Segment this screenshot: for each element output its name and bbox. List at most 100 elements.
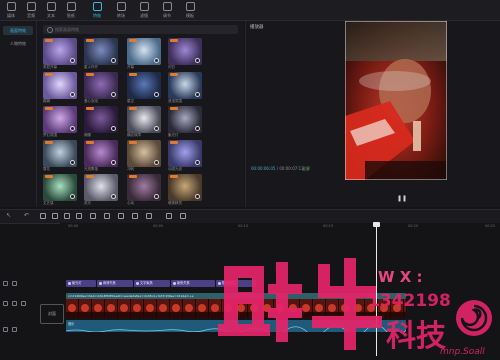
effect-thumbnail[interactable]: [127, 38, 161, 65]
pause-icon[interactable]: ❚❚: [397, 195, 407, 202]
download-icon[interactable]: [111, 194, 116, 199]
effect-thumbnail[interactable]: [168, 72, 202, 99]
effect-thumbnail[interactable]: [127, 174, 161, 201]
sidebar-item-people-effects[interactable]: 人物特效: [3, 39, 33, 48]
download-icon[interactable]: [154, 194, 159, 199]
mute-icon[interactable]: [21, 301, 26, 306]
effect-thumbnail[interactable]: [84, 140, 118, 167]
effect-clip[interactable]: 雨滴失焦: [97, 280, 133, 287]
watermark-swirl-icon: [456, 300, 492, 336]
effect-thumbnail-label: 星空: [127, 99, 134, 103]
download-icon[interactable]: [70, 126, 75, 131]
freeze-icon[interactable]: [90, 213, 96, 219]
download-icon[interactable]: [195, 58, 200, 63]
effect-clip-icon: [136, 282, 139, 285]
tab-adjust[interactable]: 调节: [158, 2, 176, 19]
new-badge: [86, 107, 94, 110]
delete-icon[interactable]: [76, 213, 82, 219]
download-icon[interactable]: [111, 126, 116, 131]
preview-frame-image: [345, 21, 447, 180]
effect-thumbnail[interactable]: [127, 140, 161, 167]
watermark-suffix: mnp.Soall: [440, 347, 485, 356]
cursor-icon[interactable]: ↖: [6, 212, 12, 219]
search-icon: [47, 27, 53, 33]
download-icon[interactable]: [111, 58, 116, 63]
lock-icon[interactable]: [3, 301, 8, 306]
download-icon[interactable]: [70, 92, 75, 97]
effect-thumbnail[interactable]: [127, 106, 161, 133]
rotate-icon[interactable]: [132, 213, 138, 219]
download-icon[interactable]: [195, 92, 200, 97]
split-left-icon[interactable]: [52, 213, 58, 219]
adjust-icon: [162, 2, 172, 11]
effect-thumbnail[interactable]: [168, 140, 202, 167]
mirror-icon[interactable]: [118, 213, 124, 219]
effect-thumbnail-label: 蝴蝶: [84, 133, 91, 137]
crop-icon[interactable]: [146, 213, 152, 219]
search-input[interactable]: 搜索画面特效: [43, 25, 238, 34]
video-preview[interactable]: [345, 21, 447, 180]
template-icon: [185, 2, 195, 11]
sidebar-item-screen-effects[interactable]: 画面特效: [3, 26, 33, 35]
watermark-number: 1342198: [368, 291, 451, 311]
download-icon[interactable]: [195, 160, 200, 165]
timeline-ruler[interactable]: 00:00 00:05 00:10 00:15 00:20 00:25: [60, 223, 500, 232]
effect-thumbnail[interactable]: [43, 140, 77, 167]
effect-thumbnail[interactable]: [43, 72, 77, 99]
download-icon[interactable]: [154, 160, 159, 165]
tab-filter[interactable]: 滤镜: [135, 2, 153, 19]
effect-thumbnail[interactable]: [168, 38, 202, 65]
split-right-icon[interactable]: [64, 213, 70, 219]
mute-icon[interactable]: [12, 327, 17, 332]
lock-icon[interactable]: [3, 281, 8, 286]
fit-icon[interactable]: [166, 213, 172, 219]
edit-toolbar: ↖ ↶: [0, 209, 500, 224]
eye-icon[interactable]: [12, 281, 17, 286]
fullscreen-button[interactable]: 全屏: [302, 166, 310, 172]
download-icon[interactable]: [195, 194, 200, 199]
download-icon[interactable]: [195, 126, 200, 131]
undo-icon[interactable]: ↶: [24, 212, 30, 219]
effect-thumbnail-label: 光斑飘落: [84, 167, 98, 171]
effect-thumbnail[interactable]: [168, 106, 202, 133]
download-icon[interactable]: [154, 126, 159, 131]
effect-clip[interactable]: 文字聚焦: [134, 280, 170, 287]
watermark-brand-text: 科技: [386, 319, 446, 354]
effect-thumbnail[interactable]: [168, 174, 202, 201]
tab-text[interactable]: 文本: [42, 2, 60, 19]
tab-template[interactable]: 模板: [181, 2, 199, 19]
effect-thumbnail[interactable]: [43, 38, 77, 65]
effect-thumbnail[interactable]: [84, 106, 118, 133]
tab-media[interactable]: 媒体: [2, 2, 20, 19]
effect-clip[interactable]: 聚焦失焦: [171, 280, 215, 287]
tab-transition[interactable]: 转场: [112, 2, 130, 19]
reverse-icon[interactable]: [104, 213, 110, 219]
download-icon[interactable]: [70, 194, 75, 199]
cover-button[interactable]: 封面: [40, 304, 64, 324]
effect-thumbnail-label: 开幕: [127, 65, 134, 69]
tab-sticker[interactable]: 贴纸: [62, 2, 80, 19]
download-icon[interactable]: [154, 92, 159, 97]
lock-icon[interactable]: [3, 327, 8, 332]
download-icon[interactable]: [70, 58, 75, 63]
effect-thumbnail[interactable]: [84, 72, 118, 99]
playhead-handle[interactable]: [373, 222, 380, 227]
effect-clip-icon: [99, 282, 102, 285]
tab-audio[interactable]: 音频: [22, 2, 40, 19]
effect-clip[interactable]: 聚光灯: [66, 280, 96, 287]
download-icon[interactable]: [70, 160, 75, 165]
effect-thumbnail[interactable]: [43, 174, 77, 201]
effect-thumbnail[interactable]: [84, 38, 118, 65]
new-badge: [170, 73, 178, 76]
eye-icon[interactable]: [12, 301, 17, 306]
download-icon[interactable]: [111, 92, 116, 97]
download-icon[interactable]: [111, 160, 116, 165]
effect-thumbnail[interactable]: [84, 174, 118, 201]
new-badge: [45, 39, 53, 42]
effect-thumbnail[interactable]: [43, 106, 77, 133]
tab-effects[interactable]: 特效: [88, 2, 106, 19]
effect-thumbnail[interactable]: [127, 72, 161, 99]
crop-frame-icon[interactable]: [180, 213, 186, 219]
split-icon[interactable]: [40, 213, 46, 219]
download-icon[interactable]: [154, 58, 159, 63]
